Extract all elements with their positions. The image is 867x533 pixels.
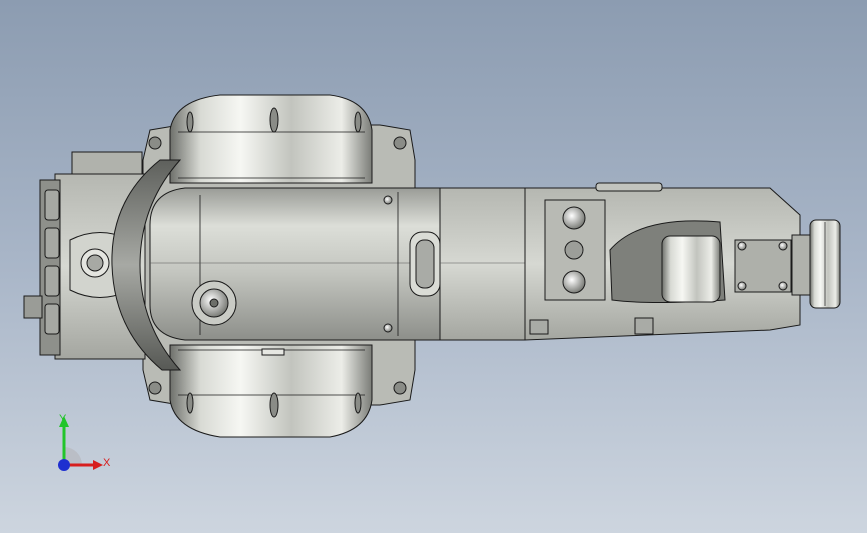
upper-drum [169, 94, 373, 184]
cad-viewport[interactable]: Y X [0, 0, 867, 533]
shoulder-body [149, 187, 441, 341]
robot-arm-model[interactable] [0, 0, 867, 533]
x-axis-label: X [103, 457, 111, 469]
lower-drum [169, 344, 373, 438]
coordinate-triad [58, 416, 103, 471]
y-axis-label: Y [59, 413, 67, 425]
forearm-housing [524, 182, 801, 341]
z-axis-dot-icon [58, 459, 70, 471]
